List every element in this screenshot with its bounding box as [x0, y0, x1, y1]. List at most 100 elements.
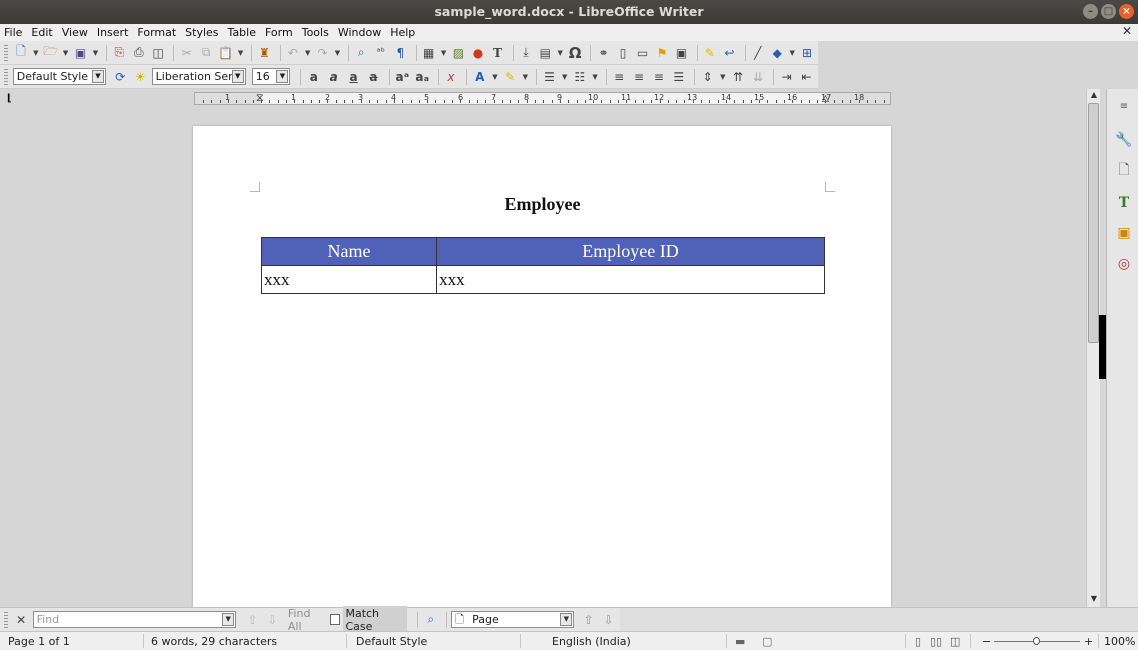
redo-dropdown-icon[interactable]: ▼: [334, 44, 341, 62]
menu-window[interactable]: Window: [338, 26, 381, 39]
table-dropdown-icon[interactable]: ▼: [440, 44, 447, 62]
highlight-dropdown-icon[interactable]: ▼: [522, 68, 530, 86]
cut-icon[interactable]: ✂: [178, 44, 194, 62]
horizontal-ruler[interactable]: 1 1 2 3 4 5 6 7 8 9 10 11 12 13 14 15 16…: [194, 91, 891, 105]
font-name-combo[interactable]: Liberation Serif ▼: [151, 68, 246, 85]
table-cell[interactable]: xxx: [260, 265, 438, 294]
chevron-down-icon[interactable]: ▼: [91, 70, 104, 83]
match-case-label[interactable]: Match Case: [343, 605, 408, 634]
endnote-icon[interactable]: ▭: [634, 44, 650, 62]
copy-icon[interactable]: ⧉: [198, 44, 214, 62]
paragraph-style-combo[interactable]: Default Style ▼: [12, 68, 106, 85]
menu-format[interactable]: Format: [137, 26, 176, 39]
zoom-in-icon[interactable]: +: [1084, 635, 1093, 648]
footnote-icon[interactable]: ▯: [615, 44, 631, 62]
employee-table[interactable]: Name Employee ID xxx xxx: [260, 237, 825, 294]
page-break-icon[interactable]: ⤓: [518, 44, 534, 62]
properties-wrench-icon[interactable]: 🔧: [1113, 129, 1135, 151]
open-dropdown-icon[interactable]: ▼: [62, 44, 69, 62]
new-document-icon[interactable]: 🗋: [13, 44, 29, 62]
sidebar-menu-icon[interactable]: ≡: [1113, 95, 1135, 117]
find-all-button[interactable]: Find All: [288, 607, 325, 633]
document-canvas[interactable]: Employee Name Employee ID xxx xxx: [0, 108, 1086, 607]
scrollbar-thumb[interactable]: [1088, 103, 1099, 343]
menu-styles[interactable]: Styles: [185, 26, 218, 39]
search-by-combo[interactable]: 🗋 Page ▼: [451, 611, 575, 628]
shapes-dropdown-icon[interactable]: ▼: [789, 44, 796, 62]
left-indent-marker-icon[interactable]: ⧖: [256, 91, 264, 105]
vertical-scrollbar[interactable]: ▲ ▼: [1086, 89, 1100, 607]
justify-icon[interactable]: ☰: [670, 68, 687, 86]
subscript-icon[interactable]: aₐ: [414, 68, 431, 86]
navigate-down-icon[interactable]: ⇩: [600, 611, 617, 629]
save-dropdown-icon[interactable]: ▼: [92, 44, 99, 62]
single-page-view-icon[interactable]: ▯: [915, 635, 921, 648]
maximize-icon[interactable]: □: [1101, 4, 1116, 19]
bullets-dropdown-icon[interactable]: ▼: [561, 68, 569, 86]
chevron-down-icon[interactable]: ▼: [222, 613, 235, 626]
field-dropdown-icon[interactable]: ▼: [557, 44, 564, 62]
tab-stop-type-icon[interactable]: ⌊: [7, 93, 12, 104]
find-replace-icon[interactable]: ⌕: [422, 611, 439, 629]
toolbar-grip[interactable]: [4, 611, 8, 628]
find-replace-icon[interactable]: ⌕: [353, 44, 369, 62]
insert-chart-icon[interactable]: ●: [470, 44, 486, 62]
table-header-cell[interactable]: Name: [260, 237, 438, 266]
menu-insert[interactable]: Insert: [97, 26, 129, 39]
sidebar-collapse-handle[interactable]: [1099, 315, 1106, 379]
superscript-icon[interactable]: aᵃ: [394, 68, 411, 86]
font-size-combo[interactable]: 16 ▼: [251, 68, 291, 85]
page-count[interactable]: Page 1 of 1: [8, 635, 70, 648]
numbering-icon[interactable]: ☷: [571, 68, 588, 86]
menu-table[interactable]: Table: [228, 26, 256, 39]
zoom-slider-knob[interactable]: [1033, 637, 1040, 645]
save-icon[interactable]: ▣: [72, 44, 88, 62]
chevron-down-icon[interactable]: ▼: [276, 70, 289, 83]
language[interactable]: English (India): [552, 635, 631, 648]
navigate-up-icon[interactable]: ⇧: [580, 611, 597, 629]
menu-help[interactable]: Help: [390, 26, 415, 39]
increase-paragraph-spacing-icon[interactable]: ⇈: [730, 68, 747, 86]
decrease-indent-icon[interactable]: ⇤: [798, 68, 815, 86]
redo-icon[interactable]: ↷: [314, 44, 330, 62]
menu-tools[interactable]: Tools: [302, 26, 329, 39]
chevron-down-icon[interactable]: ▼: [560, 613, 573, 626]
scroll-down-icon[interactable]: ▼: [1088, 594, 1100, 606]
italic-icon[interactable]: a: [325, 68, 342, 86]
bookmark-icon[interactable]: ⚑: [654, 44, 670, 62]
close-document-icon[interactable]: ✕: [1122, 24, 1132, 38]
page-style[interactable]: Default Style: [356, 635, 427, 648]
print-preview-icon[interactable]: ◫: [150, 44, 166, 62]
toolbar-grip[interactable]: [4, 44, 8, 61]
clear-formatting-icon[interactable]: 𝘹: [443, 68, 460, 86]
menu-edit[interactable]: Edit: [31, 26, 52, 39]
undo-icon[interactable]: ↶: [285, 44, 301, 62]
chevron-down-icon[interactable]: ▼: [231, 70, 244, 83]
paste-icon[interactable]: 📋: [217, 44, 233, 62]
numbering-dropdown-icon[interactable]: ▼: [591, 68, 599, 86]
update-style-icon[interactable]: ⟳: [112, 68, 129, 86]
font-color-icon[interactable]: A: [471, 68, 488, 86]
highlight-icon[interactable]: ✎: [502, 68, 519, 86]
document-page[interactable]: Employee Name Employee ID xxx xxx: [193, 126, 891, 607]
comment-icon[interactable]: ✎: [702, 44, 718, 62]
line-icon[interactable]: ╱: [750, 44, 766, 62]
insert-table-icon[interactable]: ▦: [420, 44, 436, 62]
undo-dropdown-icon[interactable]: ▼: [304, 44, 311, 62]
new-style-icon[interactable]: ☀: [132, 68, 149, 86]
strikethrough-icon[interactable]: a: [365, 68, 382, 86]
paste-dropdown-icon[interactable]: ▼: [237, 44, 244, 62]
underline-icon[interactable]: a: [345, 68, 362, 86]
minimize-icon[interactable]: –: [1083, 4, 1098, 19]
styles-icon[interactable]: T: [1113, 192, 1135, 214]
menu-file[interactable]: File: [4, 26, 22, 39]
zoom-level[interactable]: 100%: [1104, 635, 1135, 648]
hyperlink-icon[interactable]: ⚭: [595, 44, 611, 62]
menu-form[interactable]: Form: [265, 26, 293, 39]
match-case-checkbox[interactable]: [330, 614, 341, 625]
cross-reference-icon[interactable]: ▣: [673, 44, 689, 62]
new-dropdown-icon[interactable]: ▼: [32, 44, 39, 62]
bullets-icon[interactable]: ☰: [541, 68, 558, 86]
print-icon[interactable]: ⎙: [131, 44, 147, 62]
find-input[interactable]: Find ▼: [32, 611, 237, 628]
